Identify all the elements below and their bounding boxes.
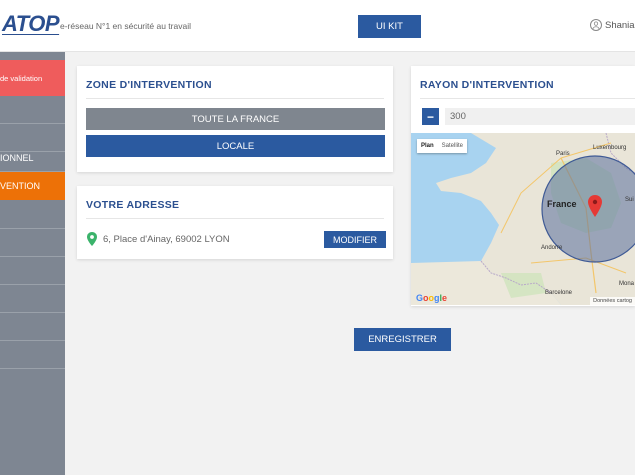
map-pin-icon: [87, 232, 97, 246]
sidebar-item-7[interactable]: [0, 229, 65, 257]
map-image: [411, 133, 635, 305]
user-icon: [590, 19, 602, 31]
address-line: 6, Place d'Ainay, 69002 LYON: [87, 232, 230, 246]
enregistrer-button[interactable]: ENREGISTRER: [354, 328, 451, 351]
sidebar-item-6[interactable]: [0, 201, 65, 229]
map-tab-plan[interactable]: Plan: [417, 139, 438, 153]
map-label-monaco: Mona: [619, 281, 635, 287]
logo[interactable]: ATOP: [2, 11, 60, 37]
address-card: VOTRE ADRESSE 6, Place d'Ainay, 69002 LY…: [77, 186, 393, 259]
sidebar-item-9[interactable]: [0, 285, 65, 313]
radius-input[interactable]: 300: [445, 108, 635, 125]
map-label-suisse: Sui: [625, 197, 634, 203]
map-type-tabs: Plan Satellite: [417, 139, 468, 153]
radius-title: RAYON D'INTERVENTION: [420, 79, 554, 91]
sidebar-item-8[interactable]: [0, 257, 65, 285]
map-credit[interactable]: Données cartog: [590, 297, 635, 305]
map-label-paris: Paris: [556, 151, 570, 157]
zone-title: ZONE D'INTERVENTION: [86, 79, 212, 91]
divider: [86, 218, 384, 219]
sidebar-item-11[interactable]: [0, 341, 65, 369]
sidebar-item-2[interactable]: [0, 96, 65, 124]
address-value: 6, Place d'Ainay, 69002 LYON: [103, 233, 230, 245]
sidebar-item-label: IONNEL: [0, 152, 34, 163]
address-title: VOTRE ADRESSE: [86, 199, 180, 211]
decrease-radius-button[interactable]: −: [422, 108, 439, 125]
sidebar-item-professionnel[interactable]: IONNEL: [0, 144, 65, 172]
sidebar-item-label: VENTION: [0, 181, 41, 191]
map-label-luxembourg: Luxembourg: [593, 145, 627, 151]
sidebar-item-intervention[interactable]: VENTION: [0, 172, 65, 200]
tagline: e-réseau N°1 en sécurité au travail: [60, 21, 191, 31]
toute-la-france-button[interactable]: TOUTE LA FRANCE: [86, 108, 385, 130]
sidebar-item-10[interactable]: [0, 313, 65, 341]
user-name: Shania: [605, 19, 635, 31]
map-label-france: France: [547, 199, 577, 209]
sidebar-item-validation[interactable]: de validation: [0, 60, 65, 96]
modifier-button[interactable]: MODIFIER: [324, 231, 386, 248]
divider: [86, 98, 384, 99]
map-label-andorre: Andorre: [541, 245, 563, 251]
zone-card: ZONE D'INTERVENTION TOUTE LA FRANCE LOCA…: [77, 66, 393, 172]
radius-card: RAYON D'INTERVENTION − 300 Plan Satellit…: [411, 66, 635, 306]
ui-kit-button[interactable]: UI KIT: [358, 15, 421, 38]
google-logo: Google: [416, 293, 448, 303]
locale-button[interactable]: LOCALE: [86, 135, 385, 157]
divider: [420, 98, 635, 99]
sidebar-item-label: de validation: [0, 73, 43, 83]
map-label-barcelone: Barcelone: [545, 290, 573, 296]
sidebar: de validation IONNEL VENTION: [0, 52, 65, 475]
radius-map[interactable]: Plan Satellite Luxembourg Paris France A…: [411, 133, 635, 305]
top-header: ATOP e-réseau N°1 en sécurité au travail…: [0, 0, 635, 52]
map-tab-satellite[interactable]: Satellite: [438, 139, 467, 153]
user-menu[interactable]: Shania: [590, 19, 635, 31]
